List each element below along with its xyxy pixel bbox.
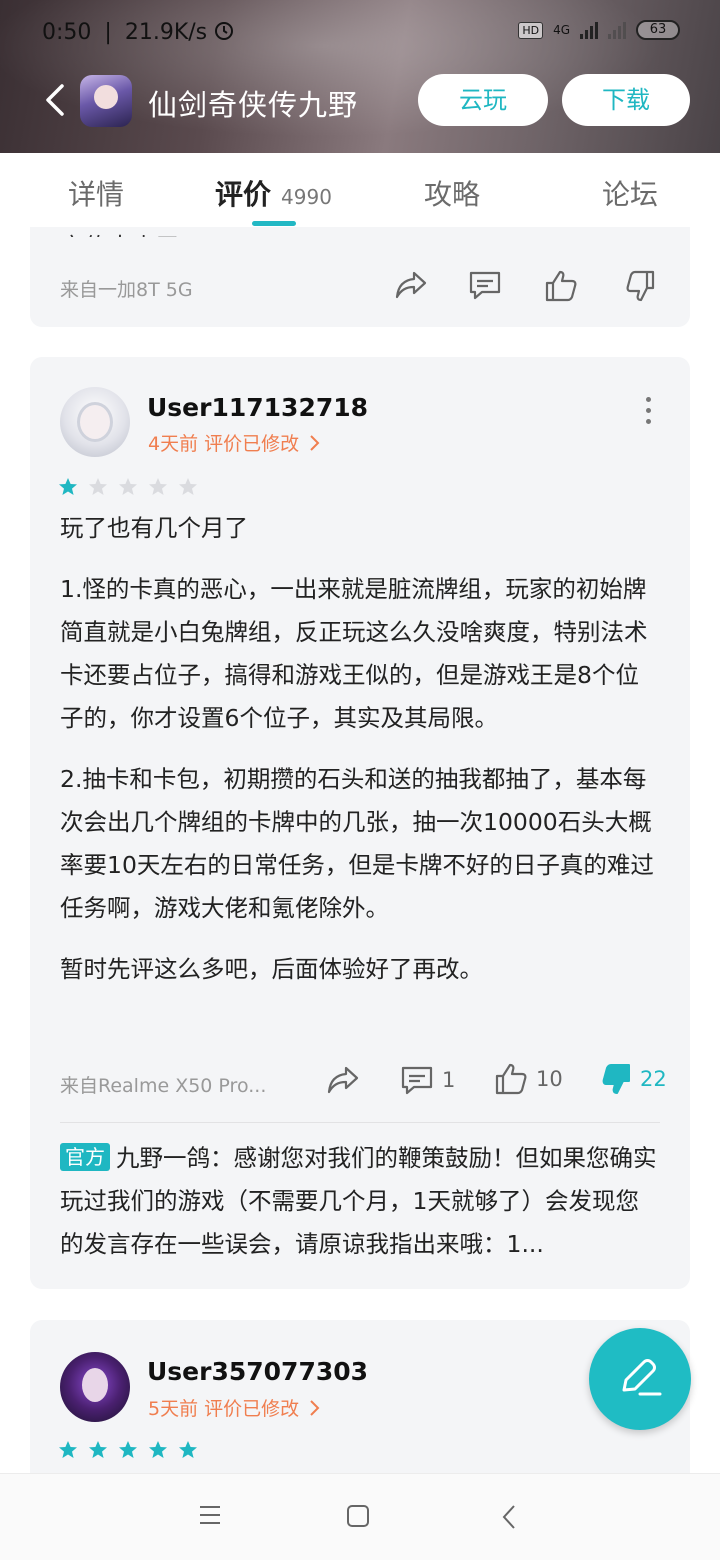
review-username[interactable]: User357077303 [147,1357,368,1386]
star-filled-icon [59,478,77,495]
header: 0:50 | 21.9K/s HD 4G 63 仙剑奇侠传九野 云玩 下载 [0,0,720,153]
menu-icon [200,1506,220,1524]
review-card-previous: 宣传太少了 来自一加8T 5G [30,227,690,327]
review-paragraph: 暂时先评这么多吧，后面体验好了再改。 [60,955,483,983]
back-button[interactable] [40,80,70,120]
share-button[interactable] [394,269,428,301]
official-reply[interactable]: 官方 九野一鸽：感谢您对我们的鞭策鼓励！但如果您确实玩过我们的游戏（不需要几个月，… [60,1137,660,1266]
thumbs-up-icon [545,270,577,302]
review-meta[interactable]: 5天前 评价已修改 [148,1394,321,1421]
status-time-speed: 0:50 | 21.9K/s [42,20,234,47]
tab-details[interactable]: 详情 [68,173,124,213]
chevron-right-icon [305,1398,321,1420]
star-rating [58,477,198,497]
like-button[interactable]: 10 [494,1062,563,1096]
thumbs-up-icon [495,1063,527,1095]
write-review-button[interactable] [589,1328,691,1430]
network-type: 4G [553,23,570,37]
review-card-next: User357077303 5天前 评价已修改 [30,1320,690,1473]
star-filled-icon [179,1441,197,1458]
tab-details-label: 详情 [68,178,125,211]
review-username[interactable]: User117132718 [147,393,368,422]
status-indicators: HD 4G 63 [518,20,680,40]
review-meta-text: 5天前 评价已修改 [148,1398,300,1420]
comment-button[interactable]: 1 [400,1064,455,1096]
square-icon [347,1505,369,1527]
signal-icon [580,21,598,39]
star-rating [58,1440,198,1460]
review-count: 4990 [281,185,332,209]
avatar[interactable] [60,387,130,457]
review-meta[interactable]: 4天前 评价已修改 [148,429,321,456]
official-badge: 官方 [60,1143,110,1171]
tab-guides[interactable]: 攻略 [424,173,480,213]
pen-icon [622,1359,662,1396]
review-device: 来自Realme X50 Pro... [60,1075,267,1097]
app-bar: 仙剑奇侠传九野 云玩 下载 [0,70,720,134]
home-button[interactable] [346,1504,370,1532]
share-icon [327,1066,359,1094]
star-empty-icon [179,478,197,495]
tab-guides-label: 攻略 [424,178,481,211]
download-button[interactable]: 下载 [562,74,690,126]
status-speed: 21.9K/s [124,20,208,45]
comment-icon [469,271,501,300]
status-time: 0:50 [42,20,92,45]
comment-count: 1 [442,1068,456,1092]
cloud-play-button[interactable]: 云玩 [418,74,548,126]
thumbs-down-icon [626,270,655,302]
star-filled-icon [89,1441,107,1458]
tab-reviews[interactable]: 评价 4990 [215,173,332,213]
star-empty-icon [89,478,107,495]
avatar[interactable] [60,1352,130,1422]
chevron-left-icon [46,84,64,116]
status-separator: | [104,20,112,45]
dislike-button[interactable] [626,269,656,303]
comment-button[interactable] [468,269,502,301]
star-filled-icon [149,1441,167,1458]
game-icon [80,75,132,127]
divider [60,1122,660,1123]
chevron-right-icon [305,433,321,455]
system-nav-bar [0,1473,720,1560]
comment-icon [401,1066,433,1095]
official-reply-text: 九野一鸽：感谢您对我们的鞭策鼓励！但如果您确实玩过我们的游戏（不需要几个月，1天… [60,1144,657,1258]
tab-bar: 详情 评价 4990 攻略 论坛 [0,153,720,227]
signal-icon-secondary [608,21,626,39]
tab-forum-label: 论坛 [602,178,659,211]
menu-button[interactable] [198,1504,222,1530]
nav-back-button[interactable] [500,1504,518,1534]
star-filled-icon [119,1441,137,1458]
more-options-button[interactable] [646,397,654,430]
review-list[interactable]: 宣传太少了 来自一加8T 5G User117132718 4天前 评价已修改 … [0,227,720,1473]
review-paragraph: 1.怪的卡真的恶心，一出来就是脏流牌组，玩家的初始牌简直就是小白兔牌组，反正玩这… [60,575,648,732]
like-button[interactable] [544,269,578,303]
game-title: 仙剑奇侠传九野 [148,88,359,122]
share-icon [395,271,427,299]
tab-indicator [252,221,296,226]
tab-forum[interactable]: 论坛 [602,173,658,213]
review-card: User117132718 4天前 评价已修改 玩了也有几个月了 1.怪的卡真的… [30,357,690,1289]
star-filled-icon [59,1441,77,1458]
clock-icon [214,21,234,47]
share-button[interactable] [326,1064,360,1096]
dislike-button[interactable]: 22 [602,1062,667,1096]
review-paragraph: 玩了也有几个月了 [60,514,248,542]
chevron-left-icon [502,1505,515,1529]
review-device: 来自一加8T 5G [60,279,193,301]
like-count: 10 [536,1067,563,1091]
hd-badge: HD [518,21,544,39]
dislike-count: 22 [640,1067,667,1091]
status-bar: 0:50 | 21.9K/s HD 4G 63 [0,0,720,66]
star-empty-icon [119,478,137,495]
star-empty-icon [149,478,167,495]
review-meta-text: 4天前 评价已修改 [148,433,300,455]
review-body: 玩了也有几个月了 1.怪的卡真的恶心，一出来就是脏流牌组，玩家的初始牌简直就是小… [60,507,660,1009]
review-text-clipped: 宣传太少了 [60,227,180,237]
battery-icon: 63 [636,20,680,40]
thumbs-down-filled-icon [602,1064,630,1094]
review-paragraph: 2.抽卡和卡包，初期攒的石头和送的抽我都抽了，基本每次会出几个牌组的卡牌中的几张… [60,765,654,922]
tab-reviews-label: 评价 [215,178,272,211]
